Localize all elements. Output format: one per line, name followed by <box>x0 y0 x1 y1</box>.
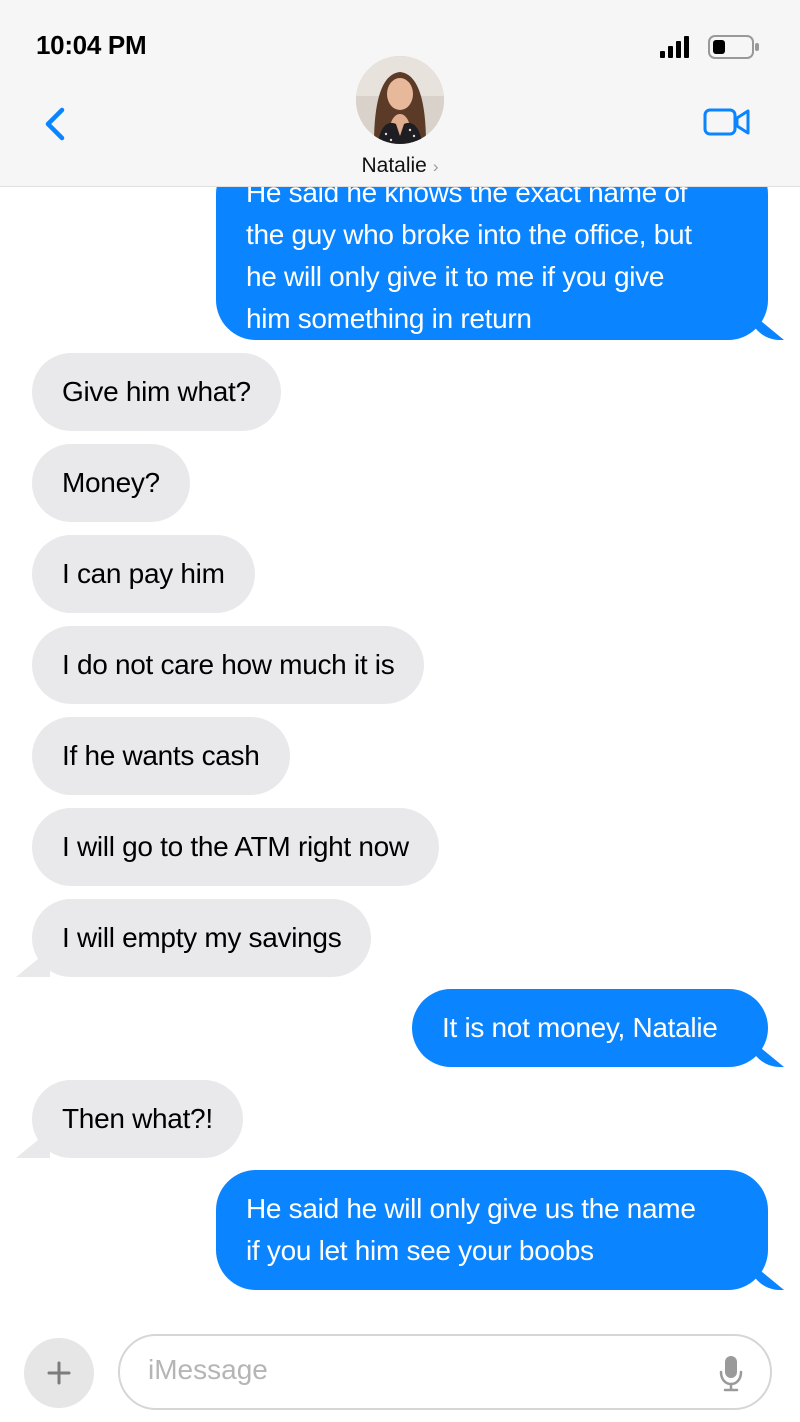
contact-name-button[interactable]: Natalie › <box>0 154 800 178</box>
message-input[interactable]: iMessage <box>118 1334 772 1410</box>
incoming-message[interactable]: I can pay him <box>32 535 255 613</box>
avatar-photo <box>356 56 444 144</box>
message-text: I will empty my savings <box>62 922 342 953</box>
message-text: Give him what? <box>62 376 251 407</box>
message-line: He said he will only give us the name <box>246 1193 696 1224</box>
battery-icon <box>708 35 759 59</box>
signal-icon <box>660 36 689 58</box>
message-text: It is not money, Natalie <box>442 1012 718 1043</box>
incoming-message[interactable]: Money? <box>32 444 190 522</box>
microphone-icon[interactable] <box>718 1354 744 1392</box>
back-chevron-icon[interactable] <box>40 104 72 144</box>
message-text: I will go to the ATM right now <box>62 831 409 862</box>
message-text: Money? <box>62 467 160 498</box>
incoming-message[interactable]: If he wants cash <box>32 717 290 795</box>
outgoing-message[interactable]: It is not money, Natalie <box>412 989 768 1067</box>
message-line: him something in return <box>246 303 532 334</box>
conversation-header: 10:04 PM Natalie › <box>0 0 800 187</box>
message-line: the guy who broke into the office, but <box>246 219 692 250</box>
message-thread[interactable]: He said he knows the exact name of the g… <box>0 0 800 1330</box>
incoming-message[interactable]: I will empty my savings <box>32 899 372 977</box>
video-camera-icon[interactable] <box>702 104 752 140</box>
message-line: if you let him see your boobs <box>246 1235 594 1266</box>
incoming-message[interactable]: I do not care how much it is <box>32 626 425 704</box>
incoming-message[interactable]: I will go to the ATM right now <box>32 808 439 886</box>
chevron-right-icon: › <box>432 157 439 176</box>
contact-avatar[interactable] <box>356 56 444 144</box>
message-text: Then what?! <box>62 1103 213 1134</box>
outgoing-message[interactable]: He said he will only give us the name if… <box>216 1170 768 1290</box>
message-text: I do not care how much it is <box>62 649 395 680</box>
message-text: If he wants cash <box>62 740 260 771</box>
status-time: 10:04 PM <box>36 30 147 60</box>
apps-plus-button[interactable] <box>24 1338 94 1408</box>
incoming-message[interactable]: Then what?! <box>32 1080 243 1158</box>
incoming-message[interactable]: Give him what? <box>32 353 281 431</box>
input-placeholder: iMessage <box>148 1354 268 1385</box>
contact-name: Natalie <box>361 154 427 177</box>
message-text: I can pay him <box>62 558 225 589</box>
message-line: he will only give it to me if you give <box>246 261 665 292</box>
plus-icon <box>47 1361 71 1385</box>
